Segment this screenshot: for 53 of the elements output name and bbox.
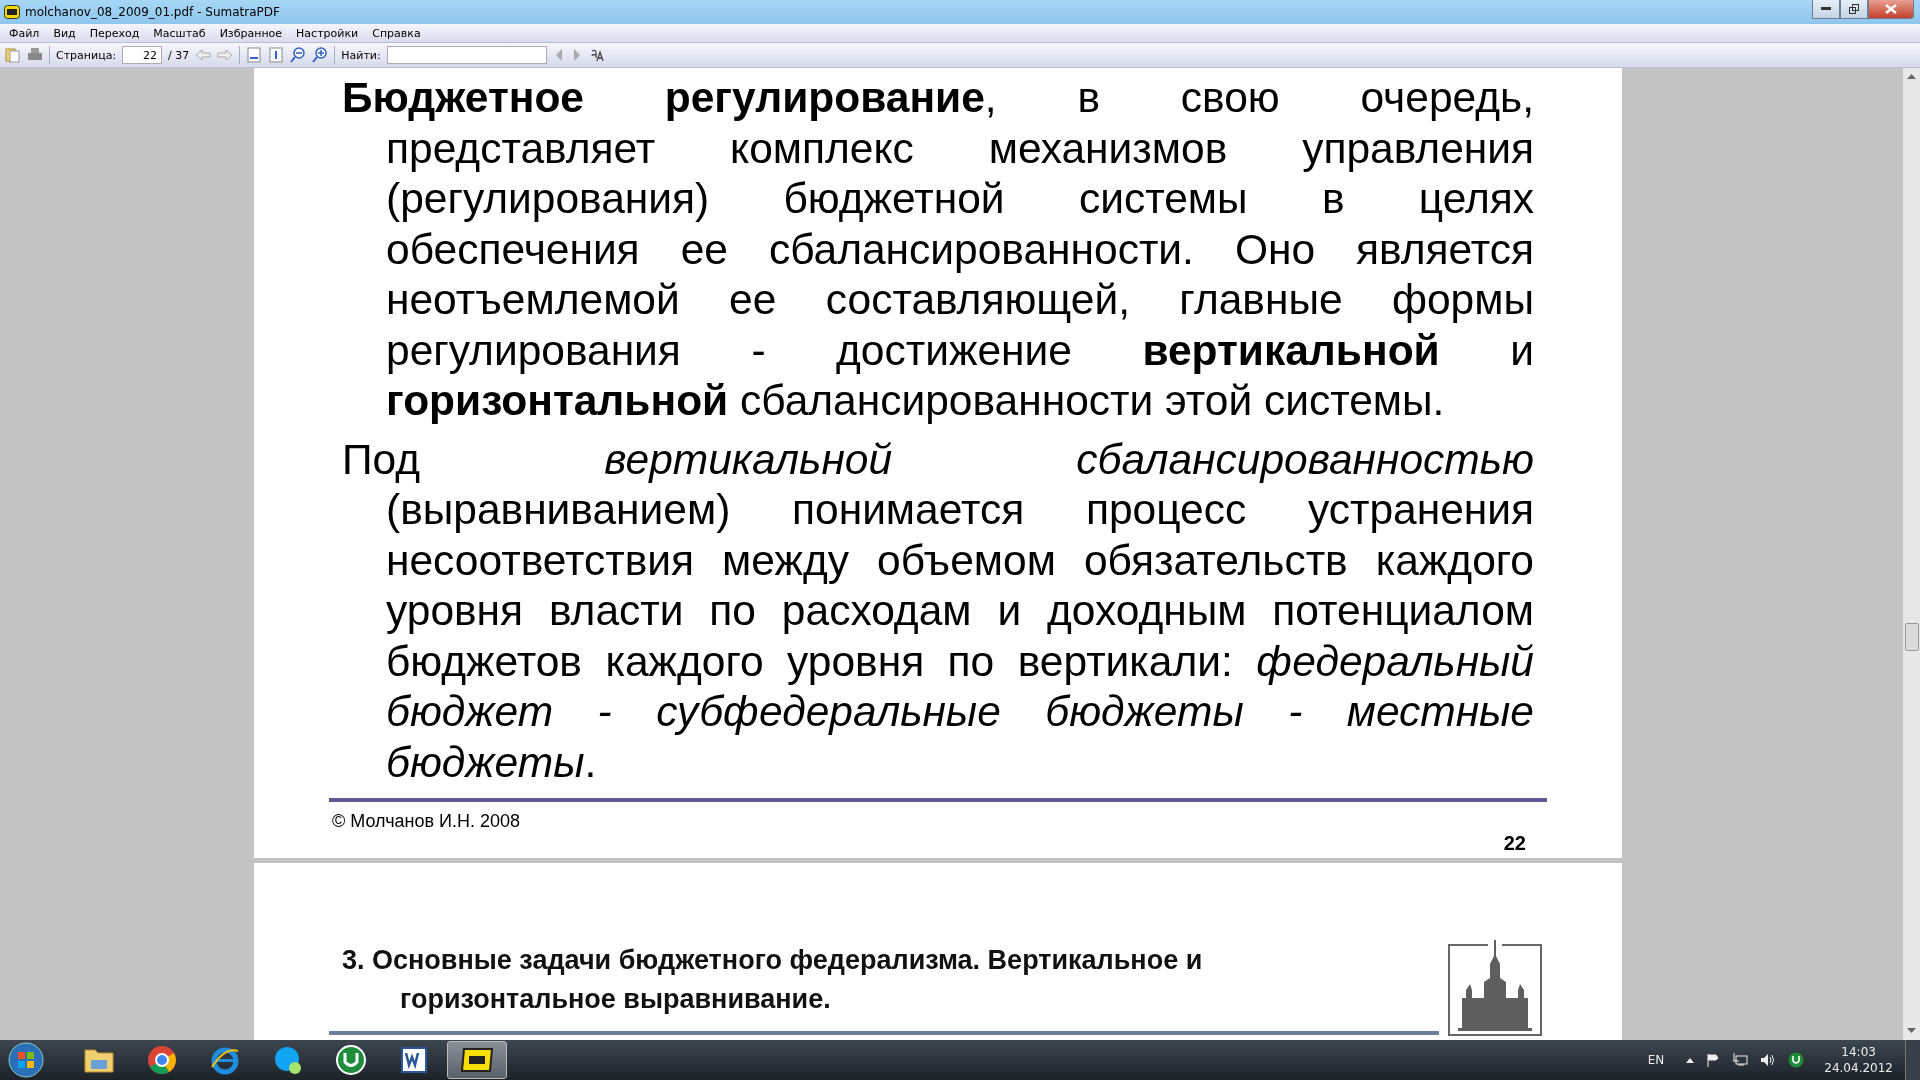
up-arrow-icon[interactable] [1686,1057,1695,1063]
find-field[interactable] [386,46,547,64]
network-icon[interactable] [1732,1053,1749,1067]
torrent-icon[interactable] [1788,1052,1805,1068]
menu-item[interactable]: Масштаб [146,26,213,40]
clock-time[interactable]: 14:03 [1841,1044,1876,1060]
close-button[interactable] [1868,0,1914,19]
pdf-icon [460,1047,494,1073]
paragraph: Под вертикальной сбалансированностью (выравниванием) понимается процесс устранения несоответствия между объемом обязательств каждого уровня власти по расходам и доходным потенциалом бюджетов каждого уровня по вертикали: федеральный бюджет - субфедеральные бюджеты - местные бюджеты. [342,434,1534,788]
menu-item[interactable]: Файл [2,26,47,40]
zoom-in-icon[interactable] [312,47,329,63]
scrollbar-thumb[interactable] [1905,623,1919,651]
zoom-out-icon[interactable] [290,47,307,63]
chat-logo-icon [273,1045,303,1075]
taskbar-app-button[interactable] [447,1041,507,1079]
torrent-icon [336,1045,366,1075]
page-total: / 37 [168,48,190,62]
page-number: 22 [1503,832,1526,855]
menu-item[interactable]: Вид [46,26,83,40]
fit-width-icon[interactable] [246,47,263,63]
menu-item[interactable]: Избранное [212,26,290,40]
match-case-icon[interactable] [588,47,605,63]
menu-item[interactable]: Справка [365,26,428,40]
document-icon [399,1045,429,1075]
folder-icon [83,1046,115,1074]
window-title: molchanov_08_2009_01.pdf - SumatraPDF [25,5,280,19]
browser-icon [147,1045,177,1075]
e-logo-icon [210,1045,240,1075]
speaker-icon[interactable] [1760,1053,1777,1067]
university-building-icon [1448,938,1542,1036]
scroll-up-icon[interactable] [1907,74,1916,80]
scrollbar[interactable] [1903,68,1920,1040]
language-indicator[interactable]: EN [1647,1053,1665,1067]
page-label: Страница: [56,48,117,62]
copyright-text: © Молчанов И.Н. 2008 [332,811,522,832]
scroll-down-icon[interactable] [1907,1028,1916,1034]
start-button[interactable] [6,1040,46,1080]
pdf-icon [4,5,20,19]
find-label: Найти: [341,48,381,62]
printer-icon[interactable] [27,47,43,63]
minimize-icon [1821,7,1831,11]
minimize-button[interactable] [1812,0,1840,19]
flag-icon[interactable] [1706,1053,1721,1067]
fit-page-icon[interactable] [268,47,285,63]
close-icon [1885,4,1897,14]
menu-item[interactable]: Переход [82,26,147,40]
clock-date[interactable]: 24.04.2012 [1824,1060,1893,1076]
restore-button[interactable] [1840,0,1868,19]
menu-item[interactable]: Настройки [289,26,366,40]
page-number-field[interactable]: 22 [122,46,163,64]
restore-icon [1849,4,1859,14]
paragraph: Бюджетное регулирование, в свою очередь, представляет комплекс механизмов управления (регулирования) бюджетной системы в целях обеспечения ее сбалансированности. Оно является неотъемлемой ее составляющей, главные формы регулирования - достижение вертикальной и горизонтальной сбалансированности этой системы. [342,73,1534,426]
section-heading: 3. Основные задачи бюджетного федерализма. Вертикальное и горизонтальное выравнивание. [342,944,1204,1016]
